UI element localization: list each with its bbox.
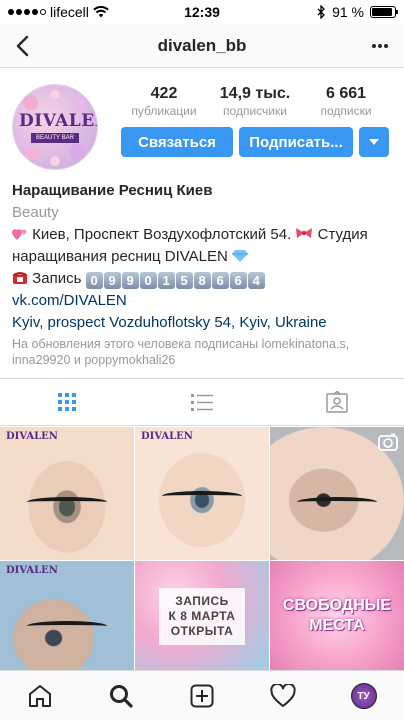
tab-search[interactable]	[81, 671, 162, 720]
phone-number[interactable]: 0990158664	[85, 270, 266, 289]
mutual-followers[interactable]: На обновления этого человека подписаны l…	[12, 336, 396, 368]
promo-caption: ЗАПИСЬ К 8 МАРТА ОТКРЫТА	[158, 587, 246, 645]
profile-avatar[interactable]: DIVALEN BEAUTY BAR	[12, 84, 98, 170]
phone-digit: 8	[193, 272, 211, 289]
tab-add-post[interactable]	[162, 671, 243, 720]
phone-digit: 1	[157, 272, 175, 289]
status-bar: lifecell 12:39 91 %	[0, 0, 404, 24]
post-thumbnail[interactable]: СВОБОДНЫЕ МЕСТА	[270, 561, 404, 671]
post-thumbnail[interactable]: ЗАПИСЬ К 8 МАРТА ОТКРЫТА	[135, 561, 269, 671]
stat-posts[interactable]: 422 публикации	[120, 84, 208, 118]
home-icon	[29, 684, 52, 707]
profile-location[interactable]: Kyiv, prospect Vozduhoflotsky 54, Kyiv, …	[12, 312, 396, 334]
eyelash-shape	[296, 497, 378, 507]
location-country: Ukraine	[274, 314, 327, 331]
profile-category: Beauty	[12, 204, 59, 221]
video-camera-icon	[378, 433, 398, 451]
tab-activity[interactable]	[242, 671, 323, 720]
bio-line-address: Киев, Проспект Воздухофлотский 54. Студи…	[12, 224, 396, 268]
list-icon	[191, 394, 213, 411]
profile-stats: 422 публикации 14,9 тыс. подписчики 6 66…	[120, 84, 390, 118]
avatar-logo-text: DIVALEN	[19, 111, 97, 131]
posts-count: 422	[150, 85, 178, 102]
follow-button[interactable]: Подписать...	[239, 127, 353, 157]
post-thumbnail[interactable]: DIVALEN	[135, 427, 269, 560]
telephone-icon	[12, 272, 28, 284]
status-right: 91 %	[317, 4, 398, 20]
profile-bio: Наращивание Ресниц Киев Beauty Киев, Про…	[12, 180, 396, 368]
post-thumbnail[interactable]	[270, 427, 404, 560]
tab-home[interactable]	[0, 671, 81, 720]
phone-digit: 6	[229, 272, 247, 289]
eyelash-shape	[26, 621, 108, 631]
promo-line: МЕСТА	[309, 617, 365, 634]
profile-nav-bar: divalen_bb	[0, 24, 404, 68]
bluetooth-icon	[317, 5, 325, 19]
profile-avatar-small: ТУ	[350, 682, 377, 709]
two-hearts-icon	[12, 229, 27, 240]
followers-label: подписчики	[223, 104, 287, 118]
bio-website-link[interactable]: vk.com/DIVALEN	[12, 290, 396, 312]
post-watermark: DIVALEN	[6, 431, 58, 442]
posts-grid: DIVALEN DIVALEN DIVALEN ЗАПИСЬ К 8 МАРТА…	[0, 427, 404, 671]
promo-line: К 8 МАРТА	[168, 608, 236, 623]
search-icon	[110, 684, 133, 708]
free-slots-caption: СВОБОДНЫЕ МЕСТА	[283, 596, 391, 636]
profile-view-tabs	[0, 378, 404, 426]
bottom-tab-bar: ТУ	[0, 670, 404, 720]
profile-actions: Связаться Подписать...	[121, 127, 389, 157]
booking-label: Запись	[32, 270, 82, 287]
tab-grid[interactable]	[0, 379, 135, 425]
heart-icon	[270, 683, 296, 707]
phone-digit: 9	[103, 272, 121, 289]
tab-tagged[interactable]	[269, 379, 404, 425]
battery-icon	[370, 6, 398, 18]
grid-icon	[58, 393, 77, 411]
eyelash-shape	[26, 497, 108, 507]
following-count: 6 661	[325, 85, 367, 102]
followers-count: 14,9 тыс.	[219, 85, 291, 102]
bio-address-text: Киев, Проспект Воздухофлотский 54.	[32, 226, 292, 243]
caret-down-icon	[369, 139, 379, 145]
phone-digit: 0	[139, 272, 157, 289]
username-title: divalen_bb	[157, 36, 247, 55]
contact-button[interactable]: Связаться	[121, 127, 233, 157]
diamond-icon	[231, 250, 248, 262]
promo-line: ОТКРЫТА	[170, 623, 234, 638]
phone-digit: 5	[175, 272, 193, 289]
add-post-icon	[190, 684, 214, 707]
stat-followers[interactable]: 14,9 тыс. подписчики	[211, 84, 299, 118]
promo-line: ЗАПИСЬ	[175, 593, 229, 608]
avatar-logo-subtitle: BEAUTY BAR	[31, 133, 79, 143]
tab-profile[interactable]: ТУ	[323, 671, 404, 720]
ribbon-icon	[296, 228, 313, 238]
location-street: Kyiv, prospect Vozduhoflotsky 54	[12, 314, 232, 331]
following-label: подписки	[320, 104, 372, 118]
post-thumbnail[interactable]: DIVALEN	[0, 427, 134, 560]
post-watermark: DIVALEN	[141, 431, 193, 442]
posts-label: публикации	[131, 104, 197, 118]
stat-following[interactable]: 6 661 подписки	[302, 84, 390, 118]
tab-list[interactable]	[135, 379, 270, 425]
phone-digit: 9	[121, 272, 139, 289]
eyelash-shape	[161, 491, 243, 501]
profile-full-name: Наращивание Ресниц Киев	[12, 182, 213, 199]
suggestions-dropdown-button[interactable]	[359, 127, 389, 157]
phone-digit: 0	[85, 272, 103, 289]
battery-percent: 91 %	[332, 4, 364, 20]
post-thumbnail[interactable]: DIVALEN	[0, 561, 134, 671]
phone-digit: 6	[211, 272, 229, 289]
bio-line-phone: Запись 0990158664	[12, 268, 396, 290]
more-options-icon[interactable]	[366, 32, 394, 60]
promo-line: СВОБОДНЫЕ	[282, 597, 392, 614]
tagged-icon	[325, 391, 348, 413]
post-watermark: DIVALEN	[6, 565, 58, 576]
phone-digit: 4	[247, 272, 265, 289]
location-city: Kyiv	[239, 314, 267, 331]
